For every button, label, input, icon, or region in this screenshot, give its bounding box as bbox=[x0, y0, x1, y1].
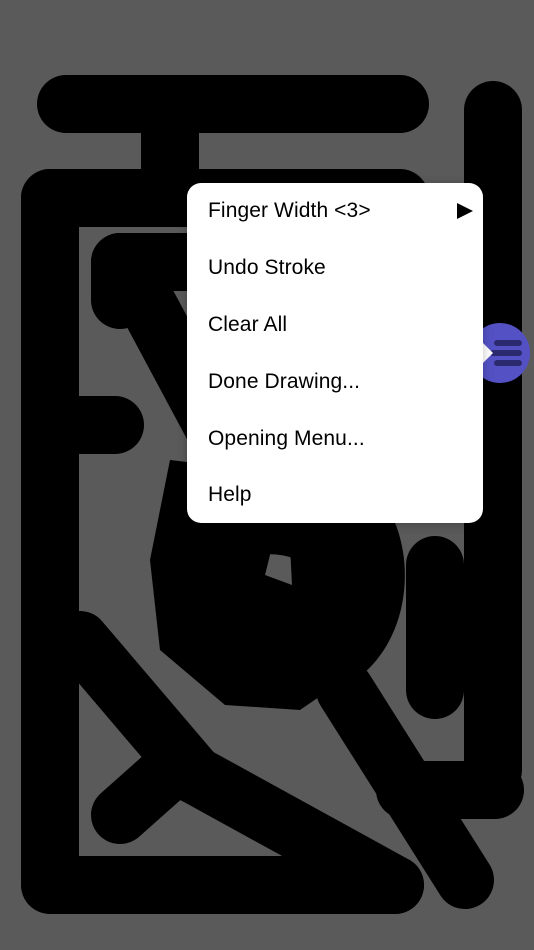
handle-bar bbox=[490, 350, 522, 356]
menu-item-label: Finger Width <3> bbox=[208, 199, 371, 223]
menu-item-label: Opening Menu... bbox=[208, 426, 365, 450]
menu-item-opening-menu[interactable]: Opening Menu... bbox=[187, 410, 483, 467]
menu-item-label: Done Drawing... bbox=[208, 369, 361, 393]
menu-item-label: Help bbox=[208, 483, 252, 507]
menu-item-help[interactable]: Help bbox=[187, 467, 483, 524]
menu-item-undo-stroke[interactable]: Undo Stroke bbox=[187, 240, 483, 297]
handle-bar bbox=[494, 340, 522, 346]
menu-item-clear-all[interactable]: Clear All bbox=[187, 297, 483, 354]
menu-item-finger-width[interactable]: Finger Width <3> bbox=[187, 183, 483, 240]
popup-menu: Finger Width <3> Undo Stroke Clear All D… bbox=[187, 183, 483, 523]
handle-bar bbox=[494, 360, 522, 366]
menu-item-label: Clear All bbox=[208, 312, 288, 336]
submenu-arrow-icon bbox=[457, 203, 473, 220]
menu-item-done-drawing[interactable]: Done Drawing... bbox=[187, 353, 483, 410]
menu-item-label: Undo Stroke bbox=[208, 256, 326, 280]
menu-pointer bbox=[483, 343, 493, 363]
